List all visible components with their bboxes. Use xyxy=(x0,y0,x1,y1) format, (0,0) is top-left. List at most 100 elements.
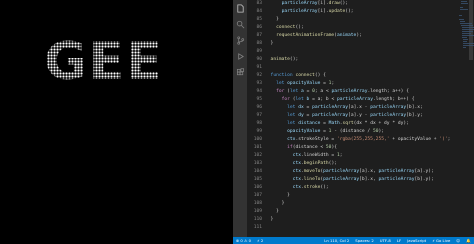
code-token: for xyxy=(276,89,288,94)
line-number: 91 xyxy=(256,65,262,70)
code-token: beginPath xyxy=(303,161,329,166)
line-number: 89 xyxy=(256,49,262,54)
code-token: [b].x, xyxy=(359,177,379,182)
indentation-setting[interactable]: Spaces: 2 xyxy=(352,237,376,244)
code-token: = xyxy=(320,121,329,126)
code-token: } xyxy=(270,217,274,222)
minimap-line xyxy=(460,23,472,24)
code-token: particleArray xyxy=(378,177,415,182)
notifications-icon[interactable]: 🔔 xyxy=(463,237,474,244)
minimap-line xyxy=(460,9,468,10)
minimap-line xyxy=(460,21,465,22)
code-token: particleArray xyxy=(370,105,407,110)
code-line: opacityValue = 1 - (distance / 50); xyxy=(265,128,474,136)
code-token: } xyxy=(276,17,279,22)
minimap[interactable] xyxy=(456,0,474,237)
encoding-setting[interactable]: UTF-8 xyxy=(377,237,394,244)
code-token: let xyxy=(287,113,299,118)
code-token: = a; b < xyxy=(309,97,337,102)
code-token: draw xyxy=(328,1,340,6)
line-number: 104 xyxy=(253,169,262,174)
source-control-icon[interactable] xyxy=(236,36,245,45)
code-token: [a].y); xyxy=(414,169,434,174)
code-line: let dy = particleArray[a].y - particleAr… xyxy=(265,112,474,120)
line-number: 99 xyxy=(256,129,262,134)
code-token: distance xyxy=(298,121,321,126)
code-token: ){ xyxy=(331,145,337,150)
run-debug-icon[interactable] xyxy=(236,52,245,61)
code-token: connect xyxy=(295,73,315,78)
line-number: 101 xyxy=(253,145,262,150)
code-token: (); xyxy=(345,9,354,14)
code-token: ctx xyxy=(292,153,301,158)
code-line: let distance = Math.sqrt(dx * dx + dy * … xyxy=(265,120,474,128)
code-token: = xyxy=(303,89,313,94)
code-token: sqrt xyxy=(342,121,354,126)
line-number: 111 xyxy=(253,225,262,230)
feedback-icon[interactable]: ☺ xyxy=(453,237,463,244)
minimap-line xyxy=(462,35,474,36)
search-icon[interactable] xyxy=(236,20,245,29)
line-number: 108 xyxy=(253,201,262,206)
line-number: 92 xyxy=(256,73,262,78)
code-token: ); xyxy=(378,129,385,134)
code-token: particleArray xyxy=(323,177,360,182)
code-token: stroke xyxy=(303,185,321,190)
code-token: animate xyxy=(336,33,357,38)
code-token: animate xyxy=(270,57,290,62)
code-token: let xyxy=(287,105,299,110)
minimap-line xyxy=(459,15,462,16)
line-number: 83 xyxy=(256,1,262,6)
go-live-button[interactable]: ⚡ Go Live xyxy=(429,237,453,244)
extensions-icon[interactable] xyxy=(236,68,245,77)
problems-indicator[interactable]: ⊗ 0 ⚠ 0 xyxy=(233,237,254,244)
code-token: + opacityValue + xyxy=(389,137,440,142)
minimap-line xyxy=(462,27,474,28)
code-token: [a].x, xyxy=(359,169,379,174)
code-token: () { xyxy=(314,73,326,78)
code-token: ; a < xyxy=(314,89,332,94)
code-line: } xyxy=(265,40,474,48)
minimap-line xyxy=(461,1,467,2)
code-text-area[interactable]: particleArray[i].draw(); particleArray[i… xyxy=(265,0,474,237)
language-mode[interactable]: JavaScript xyxy=(404,237,429,244)
line-number: 94 xyxy=(256,89,262,94)
code-line: function connect() { xyxy=(265,72,474,80)
line-number: 98 xyxy=(256,121,262,126)
code-token: (dx * dx + dy * dy); xyxy=(353,121,409,126)
code-token: ); xyxy=(356,33,362,38)
live-share-indicator[interactable]: ⚡ 2 xyxy=(254,237,266,244)
line-number: 109 xyxy=(253,209,262,214)
line-number: 96 xyxy=(256,105,262,110)
code-token: let xyxy=(295,97,307,102)
code-token: } xyxy=(276,209,279,214)
eol-setting[interactable]: LF xyxy=(394,237,404,244)
code-token: particleArray xyxy=(312,113,349,118)
code-token: let xyxy=(276,81,288,86)
code-line: ctx.lineWidth = 1; xyxy=(265,152,474,160)
code-token: update xyxy=(328,9,346,14)
minimap-line xyxy=(459,19,464,20)
code-token: = xyxy=(303,113,313,118)
code-token: [i]. xyxy=(317,1,329,6)
line-number: 103 xyxy=(253,161,262,166)
minimap-line xyxy=(462,37,467,38)
scrollbar-thumb[interactable] xyxy=(469,0,473,60)
line-number: 88 xyxy=(256,41,262,46)
files-icon[interactable] xyxy=(236,4,245,13)
line-number: 93 xyxy=(256,81,262,86)
code-token: let xyxy=(289,89,302,94)
code-line: particleArray[i].draw(); xyxy=(265,0,474,8)
cursor-position[interactable]: Ln 110, Col 2 xyxy=(321,237,352,244)
code-line: ctx.beginPath(); xyxy=(265,160,474,168)
